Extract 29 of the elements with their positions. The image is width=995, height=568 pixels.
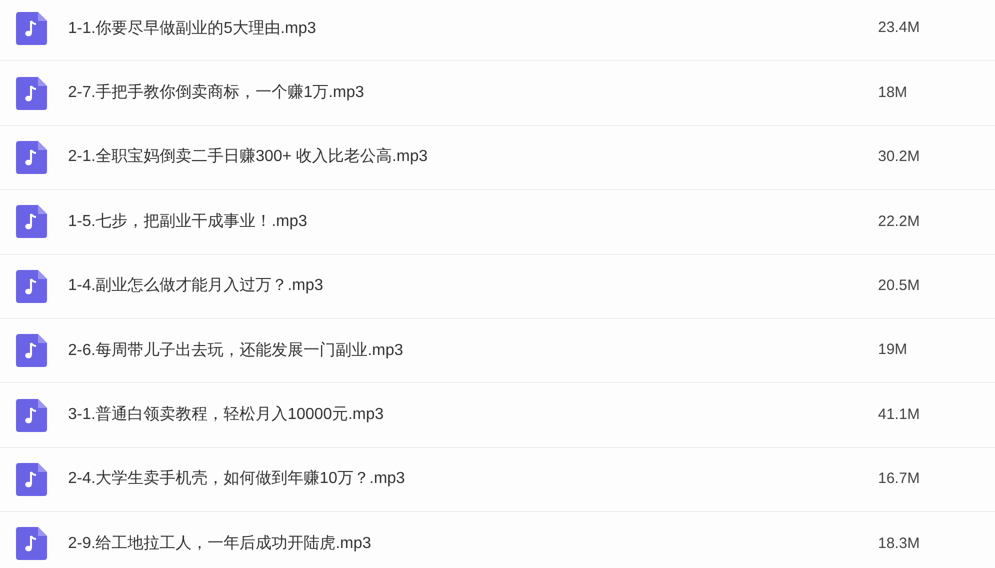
file-row[interactable]: 2-4.大学生卖手机壳，如何做到年赚10万？.mp3 16.7M <box>0 448 995 512</box>
audio-file-icon <box>16 205 47 238</box>
file-name: 2-6.每周带儿子出去玩，还能发展一门副业.mp3 <box>68 340 404 361</box>
audio-file-icon <box>16 140 47 174</box>
file-size: 16.7M <box>878 469 920 490</box>
file-size: 18.3M <box>878 534 920 554</box>
file-name: 1-5.七步，把副业干成事业！.mp3 <box>68 212 308 232</box>
file-name: 2-7.手把手教你倒卖商标，一个赚1万.mp3 <box>68 82 366 104</box>
file-size: 41.1M <box>878 404 920 425</box>
file-size: 22.2M <box>878 212 920 232</box>
file-name: 2-9.给工地拉工人，一年后成功开陆虎.mp3 <box>68 534 372 554</box>
audio-file-icon <box>16 527 47 560</box>
file-name: 1-1.你要尽早做副业的5大理由.mp3 <box>68 18 318 39</box>
audio-file-icon <box>16 12 47 46</box>
file-size: 19M <box>878 340 908 360</box>
audio-file-icon <box>16 270 47 303</box>
audio-file-icon <box>16 462 47 496</box>
audio-file-icon <box>16 334 47 368</box>
file-name: 1-4.副业怎么做才能月入过万？.mp3 <box>68 276 324 296</box>
file-size: 30.2M <box>878 147 920 168</box>
file-size: 23.4M <box>878 18 920 38</box>
file-name: 3-1.普通白领卖教程，轻松月入10000元.mp3 <box>68 404 385 426</box>
file-size: 18M <box>878 82 908 103</box>
audio-file-icon <box>16 398 47 432</box>
audio-file-icon <box>16 76 47 110</box>
file-name: 2-1.全职宝妈倒卖二手日赚300+ 收入比老公高.mp3 <box>68 146 429 168</box>
file-size: 20.5M <box>878 276 920 296</box>
file-row[interactable]: 1-4.副业怎么做才能月入过万？.mp3 20.5M <box>0 254 995 319</box>
file-name: 2-4.大学生卖手机壳，如何做到年赚10万？.mp3 <box>68 468 406 490</box>
